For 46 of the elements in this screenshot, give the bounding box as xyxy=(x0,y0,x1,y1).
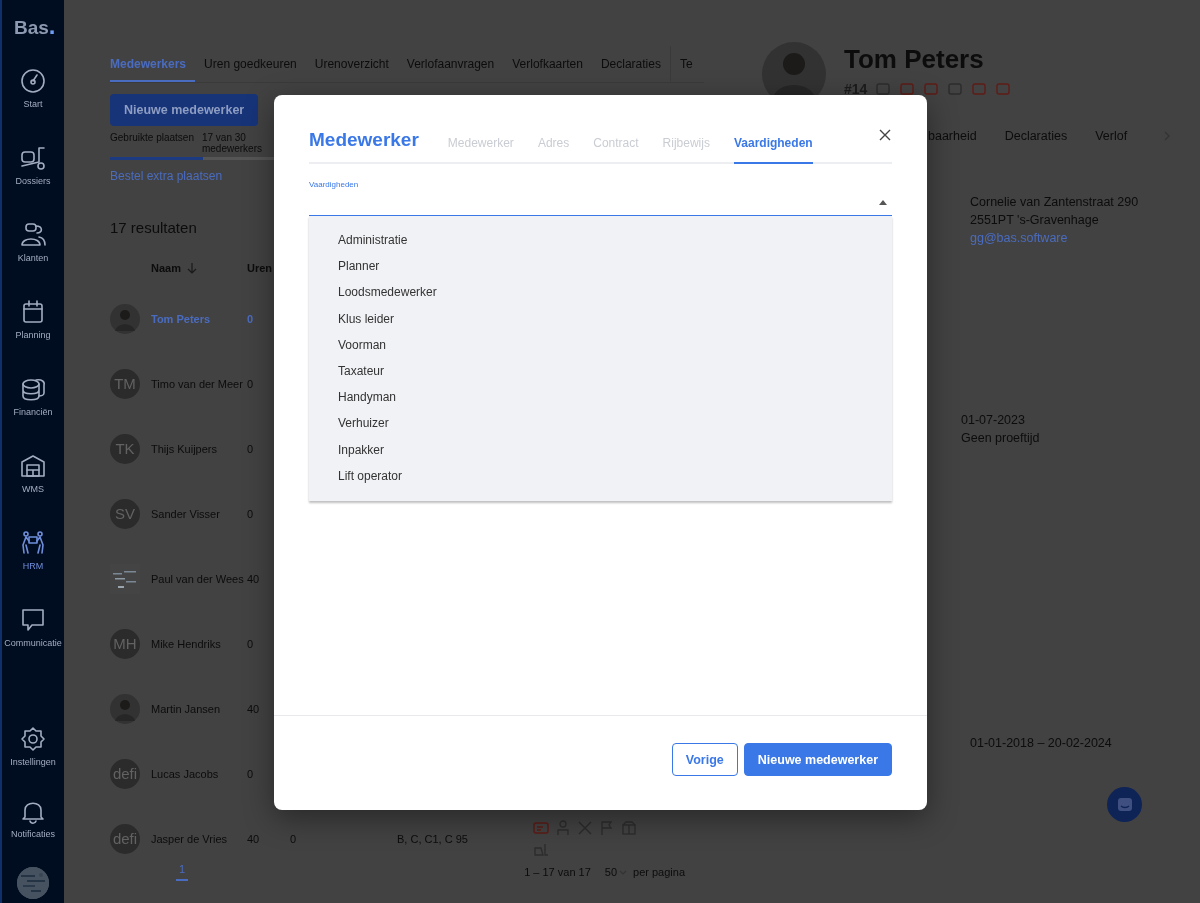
page-number[interactable]: 1 xyxy=(176,863,189,881)
order-seats-link[interactable]: Bestel extra plaatsen xyxy=(110,169,223,183)
dropdown-option[interactable]: Klus leider xyxy=(309,305,892,332)
sidebar-item[interactable]: Start xyxy=(17,65,49,111)
modal-title: Medewerker xyxy=(309,129,419,152)
close-icon xyxy=(878,128,892,142)
chat-button[interactable] xyxy=(1107,787,1142,822)
avatar xyxy=(110,303,140,334)
dropdown-option[interactable]: Handyman xyxy=(309,384,892,411)
step-tab[interactable]: Vaardigheden xyxy=(733,136,813,164)
create-button[interactable]: Nieuwe medewerker xyxy=(743,743,892,776)
dropdown-option[interactable]: Inpakker xyxy=(309,436,892,463)
dropdown-option[interactable]: Planner xyxy=(309,253,892,280)
settings-icon xyxy=(19,725,47,753)
dropdown-option[interactable]: Lift operator xyxy=(309,462,892,489)
warehouse-icon xyxy=(19,452,47,480)
sidebar-item[interactable]: Communicatie xyxy=(2,604,64,650)
tab[interactable]: Medewerkers xyxy=(110,46,196,82)
movers-icon xyxy=(19,529,47,557)
chat-icon xyxy=(1115,795,1134,814)
dropdown-option[interactable]: Taxateur xyxy=(309,357,892,385)
employee-name[interactable]: Tom Peters xyxy=(151,312,211,325)
sidebar-item[interactable]: Instellingen xyxy=(8,723,58,769)
sidebar-item[interactable]: Dossiers xyxy=(13,142,53,188)
sidebar-item[interactable]: Klanten xyxy=(15,219,51,265)
gauge-icon xyxy=(19,67,47,95)
table-cell: 0 xyxy=(247,312,254,325)
sidebar-item[interactable]: HRM xyxy=(17,527,49,573)
app-logo: Bas. xyxy=(14,12,56,40)
sidebar-item[interactable]: Notificaties xyxy=(9,795,57,841)
back-button[interactable]: Vorige xyxy=(671,743,738,776)
new-employee-button[interactable]: Nieuwe medewerker xyxy=(110,94,259,126)
email-link[interactable]: gg@bas.software xyxy=(970,229,1200,247)
caret-up-icon xyxy=(879,199,887,205)
dropdown-option[interactable]: Loodsmedewerker xyxy=(309,279,892,306)
chat-icon xyxy=(19,606,47,634)
sidebar-item[interactable]: Planning xyxy=(13,296,53,342)
people-icon xyxy=(19,221,47,249)
sidebar-item[interactable]: WMS xyxy=(17,450,49,496)
dropdown-option[interactable]: Voorman xyxy=(309,331,892,358)
sidebar-item[interactable]: Financiën xyxy=(11,373,55,419)
field-label: Vaardigheden xyxy=(309,180,360,189)
dolly-icon xyxy=(19,144,47,172)
dropdown-option[interactable]: Verhuizer xyxy=(309,410,892,437)
dropdown-option[interactable]: Administratie xyxy=(309,227,892,254)
avatar xyxy=(110,693,140,724)
